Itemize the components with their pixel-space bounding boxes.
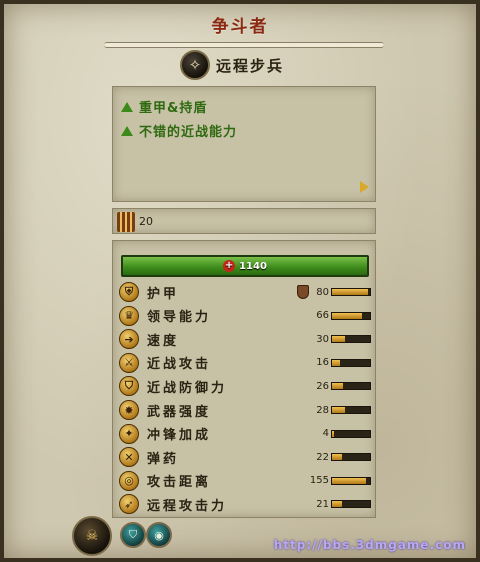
range-icon: ◎ (119, 470, 139, 491)
stat-name: 冲锋加成 (147, 428, 212, 444)
stat-name: 远程攻击力 (147, 498, 228, 514)
stat-row: ✕ 弹药 22 (119, 446, 371, 468)
stat-name: 速度 (147, 333, 180, 349)
stat-name: 领导能力 (147, 310, 212, 326)
stat-bar (331, 429, 371, 438)
ammo-box: 20 (112, 208, 376, 234)
stat-row: ➔ 速度 30 (119, 328, 371, 350)
melee-attack-icon: ⚔ (119, 352, 139, 373)
ammunition-icon: ✕ (119, 447, 139, 468)
stat-value: 30 (316, 333, 329, 345)
trait-item: 重甲&持盾 (121, 97, 207, 116)
stat-bar (331, 358, 371, 367)
stat-row: ➶ 远程攻击力 21 (119, 493, 371, 515)
melee-defence-icon: ⛉ (119, 376, 139, 397)
unit-type: ✧ 远程步兵 (180, 50, 284, 80)
armor-icon: ⛨ (119, 282, 139, 302)
stat-value: 66 (316, 310, 329, 322)
stat-bar-fill (332, 312, 362, 319)
stat-bar-fill (332, 289, 369, 295)
stat-value: 80 (316, 286, 329, 298)
stat-bar (331, 453, 371, 462)
stat-bar-fill (332, 336, 346, 343)
stat-bar-fill (332, 359, 340, 366)
unit-portrait-button[interactable]: ☠ (72, 516, 112, 556)
stat-bar (331, 382, 371, 391)
traits-box: 重甲&持盾 不错的近战能力 (112, 86, 376, 202)
shield-icon[interactable]: ⛉ (120, 522, 146, 548)
speed-icon: ➔ (119, 329, 139, 350)
weapon-strength-icon: ✸ (119, 400, 139, 420)
stat-name: 武器强度 (147, 404, 212, 420)
eye-icon[interactable]: ◉ (146, 522, 172, 548)
stat-name: 攻击距离 (147, 475, 212, 491)
stat-bar-fill (332, 430, 334, 437)
trait-label: 重甲&持盾 (139, 101, 208, 116)
trait-item: 不错的近战能力 (121, 121, 237, 140)
unit-type-label: 远程步兵 (216, 56, 285, 75)
armor-shield-icon (297, 285, 309, 299)
bow-icon: ✧ (180, 50, 210, 80)
stat-name: 弹药 (147, 451, 180, 467)
stat-value: 28 (316, 404, 329, 416)
unit-name: 争斗者 (211, 17, 269, 37)
stat-value: 21 (316, 498, 329, 510)
leadership-icon: ♛ (119, 305, 139, 326)
stat-row: ⛉ 近战防御力 26 (119, 375, 371, 397)
stat-row: ◎ 攻击距离 155 (119, 470, 371, 492)
stat-bar (331, 288, 371, 296)
stat-name: 近战攻击 (147, 357, 212, 373)
stat-row: ♛ 领导能力 66 (119, 305, 371, 327)
stat-row: ⛨ 护甲 80 (119, 281, 371, 303)
next-arrow-icon[interactable] (360, 181, 369, 193)
stat-row: ⚔ 近战攻击 16 (119, 352, 371, 374)
divider (104, 42, 384, 48)
stat-name: 护甲 (147, 286, 180, 302)
stat-row: ✸ 武器强度 28 (119, 399, 371, 421)
ammo-count: 20 (139, 215, 153, 228)
stat-value: 4 (322, 428, 329, 440)
stat-bar (331, 311, 371, 320)
stat-value: 155 (309, 475, 329, 487)
health-value: 1140 (239, 260, 267, 272)
stat-value: 26 (316, 380, 329, 392)
unit-info-panel: 争斗者 ✧ 远程步兵 重甲&持盾 不错的近战能力 20 + 1140 ⛨ 护甲 80… (0, 0, 480, 562)
arrows-icon (117, 212, 135, 232)
stat-row: ✦ 冲锋加成 4 (119, 423, 371, 445)
missile-damage-icon: ➶ (119, 494, 139, 515)
stat-value: 22 (316, 451, 329, 463)
stat-bar-fill (332, 454, 342, 461)
stat-bar-fill (332, 477, 367, 484)
stat-bar (331, 335, 371, 344)
charge-bonus-icon: ✦ (119, 423, 139, 444)
stat-bar-fill (332, 383, 344, 390)
health-icon: + (223, 260, 236, 272)
stat-bar-fill (332, 501, 342, 508)
watermark: http://bbs.3dmgame.com (273, 538, 466, 552)
health-bar: + 1140 (121, 255, 369, 277)
positive-trait-icon (121, 125, 133, 136)
stat-bar-fill (332, 407, 345, 413)
stats-box: + 1140 ⛨ 护甲 80 ♛ 领导能力 66 ➔ 速度 30 ⚔ 近战攻击 16 ⛉ 近战防御力 26 ✸… (112, 240, 376, 518)
stat-bar (331, 476, 371, 485)
stat-value: 16 (316, 357, 329, 369)
stat-name: 近战防御力 (147, 380, 228, 396)
stat-bar (331, 500, 371, 509)
stat-bar (331, 406, 371, 414)
title-bar: 争斗者 (4, 4, 476, 44)
positive-trait-icon (121, 101, 133, 112)
trait-label: 不错的近战能力 (139, 125, 238, 140)
